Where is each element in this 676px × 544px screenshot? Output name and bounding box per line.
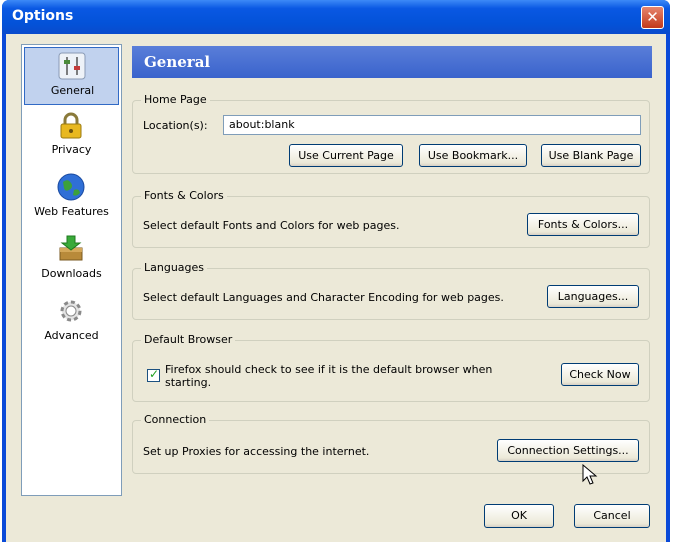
downloads-icon — [59, 235, 83, 261]
connection-group: Connection Set up Proxies for accessing … — [132, 413, 650, 474]
mouse-cursor-icon — [582, 464, 598, 485]
dialog-body: General Privacy Web Features Downloads A… — [6, 34, 666, 542]
fonts-colors-group: Fonts & Colors Select default Fonts and … — [132, 189, 650, 248]
connection-description: Set up Proxies for accessing the interne… — [143, 445, 370, 458]
connection-settings-button[interactable]: Connection Settings... — [497, 439, 639, 462]
sidebar-item-label: Web Features — [34, 205, 109, 218]
sidebar-item-downloads[interactable]: Downloads — [24, 231, 119, 289]
fonts-colors-button[interactable]: Fonts & Colors... — [527, 213, 639, 236]
use-blank-page-button[interactable]: Use Blank Page — [541, 144, 641, 167]
general-sliders-icon — [58, 52, 86, 80]
options-window: Options ✕ General Privacy Web Features D… — [2, 0, 670, 542]
check-now-button[interactable]: Check Now — [561, 363, 639, 386]
sidebar-item-label: General — [50, 84, 95, 97]
globe-icon — [57, 173, 85, 201]
default-browser-checkbox[interactable]: ✓ — [147, 367, 160, 382]
window-title: Options — [12, 8, 74, 24]
default-browser-label-line2: starting. — [165, 376, 212, 389]
sidebar-item-label: Downloads — [41, 267, 102, 280]
sidebar-item-web-features[interactable]: Web Features — [24, 169, 119, 227]
sidebar-item-advanced[interactable]: Advanced — [24, 293, 119, 351]
title-bar[interactable]: Options ✕ — [2, 0, 670, 34]
group-title: Connection — [141, 413, 210, 426]
panel-title: General — [144, 53, 211, 71]
group-title: Fonts & Colors — [141, 189, 227, 202]
sidebar-item-general[interactable]: General — [24, 47, 119, 105]
group-title: Languages — [141, 261, 208, 274]
sidebar-item-label: Privacy — [51, 143, 92, 156]
location-label: Location(s): — [143, 119, 208, 132]
group-title: Home Page — [141, 93, 210, 106]
checkmark-icon: ✓ — [149, 367, 160, 381]
lock-icon — [60, 112, 82, 139]
fonts-colors-description: Select default Fonts and Colors for web … — [143, 219, 400, 232]
sidebar-item-label: Advanced — [44, 329, 99, 342]
languages-description: Select default Languages and Character E… — [143, 291, 504, 304]
use-current-page-button[interactable]: Use Current Page — [289, 144, 403, 167]
category-sidebar: General Privacy Web Features Downloads A… — [21, 44, 122, 496]
group-title: Default Browser — [141, 333, 236, 346]
gear-icon — [60, 300, 82, 322]
panel-header: General — [132, 46, 652, 78]
close-button[interactable]: ✕ — [641, 6, 664, 29]
languages-button[interactable]: Languages... — [547, 285, 639, 308]
home-page-group: Home Page Location(s): about:blank Use C… — [132, 93, 650, 174]
default-browser-label-line1: Firefox should check to see if it is the… — [165, 363, 493, 376]
sidebar-item-privacy[interactable]: Privacy — [24, 107, 119, 165]
close-icon: ✕ — [646, 8, 659, 26]
location-input[interactable]: about:blank — [223, 115, 641, 135]
use-bookmark-button[interactable]: Use Bookmark... — [419, 144, 527, 167]
cancel-button[interactable]: Cancel — [574, 504, 650, 528]
default-browser-group: Default Browser ✓ Firefox should check t… — [132, 333, 650, 402]
languages-group: Languages Select default Languages and C… — [132, 261, 650, 320]
ok-button[interactable]: OK — [484, 504, 554, 528]
